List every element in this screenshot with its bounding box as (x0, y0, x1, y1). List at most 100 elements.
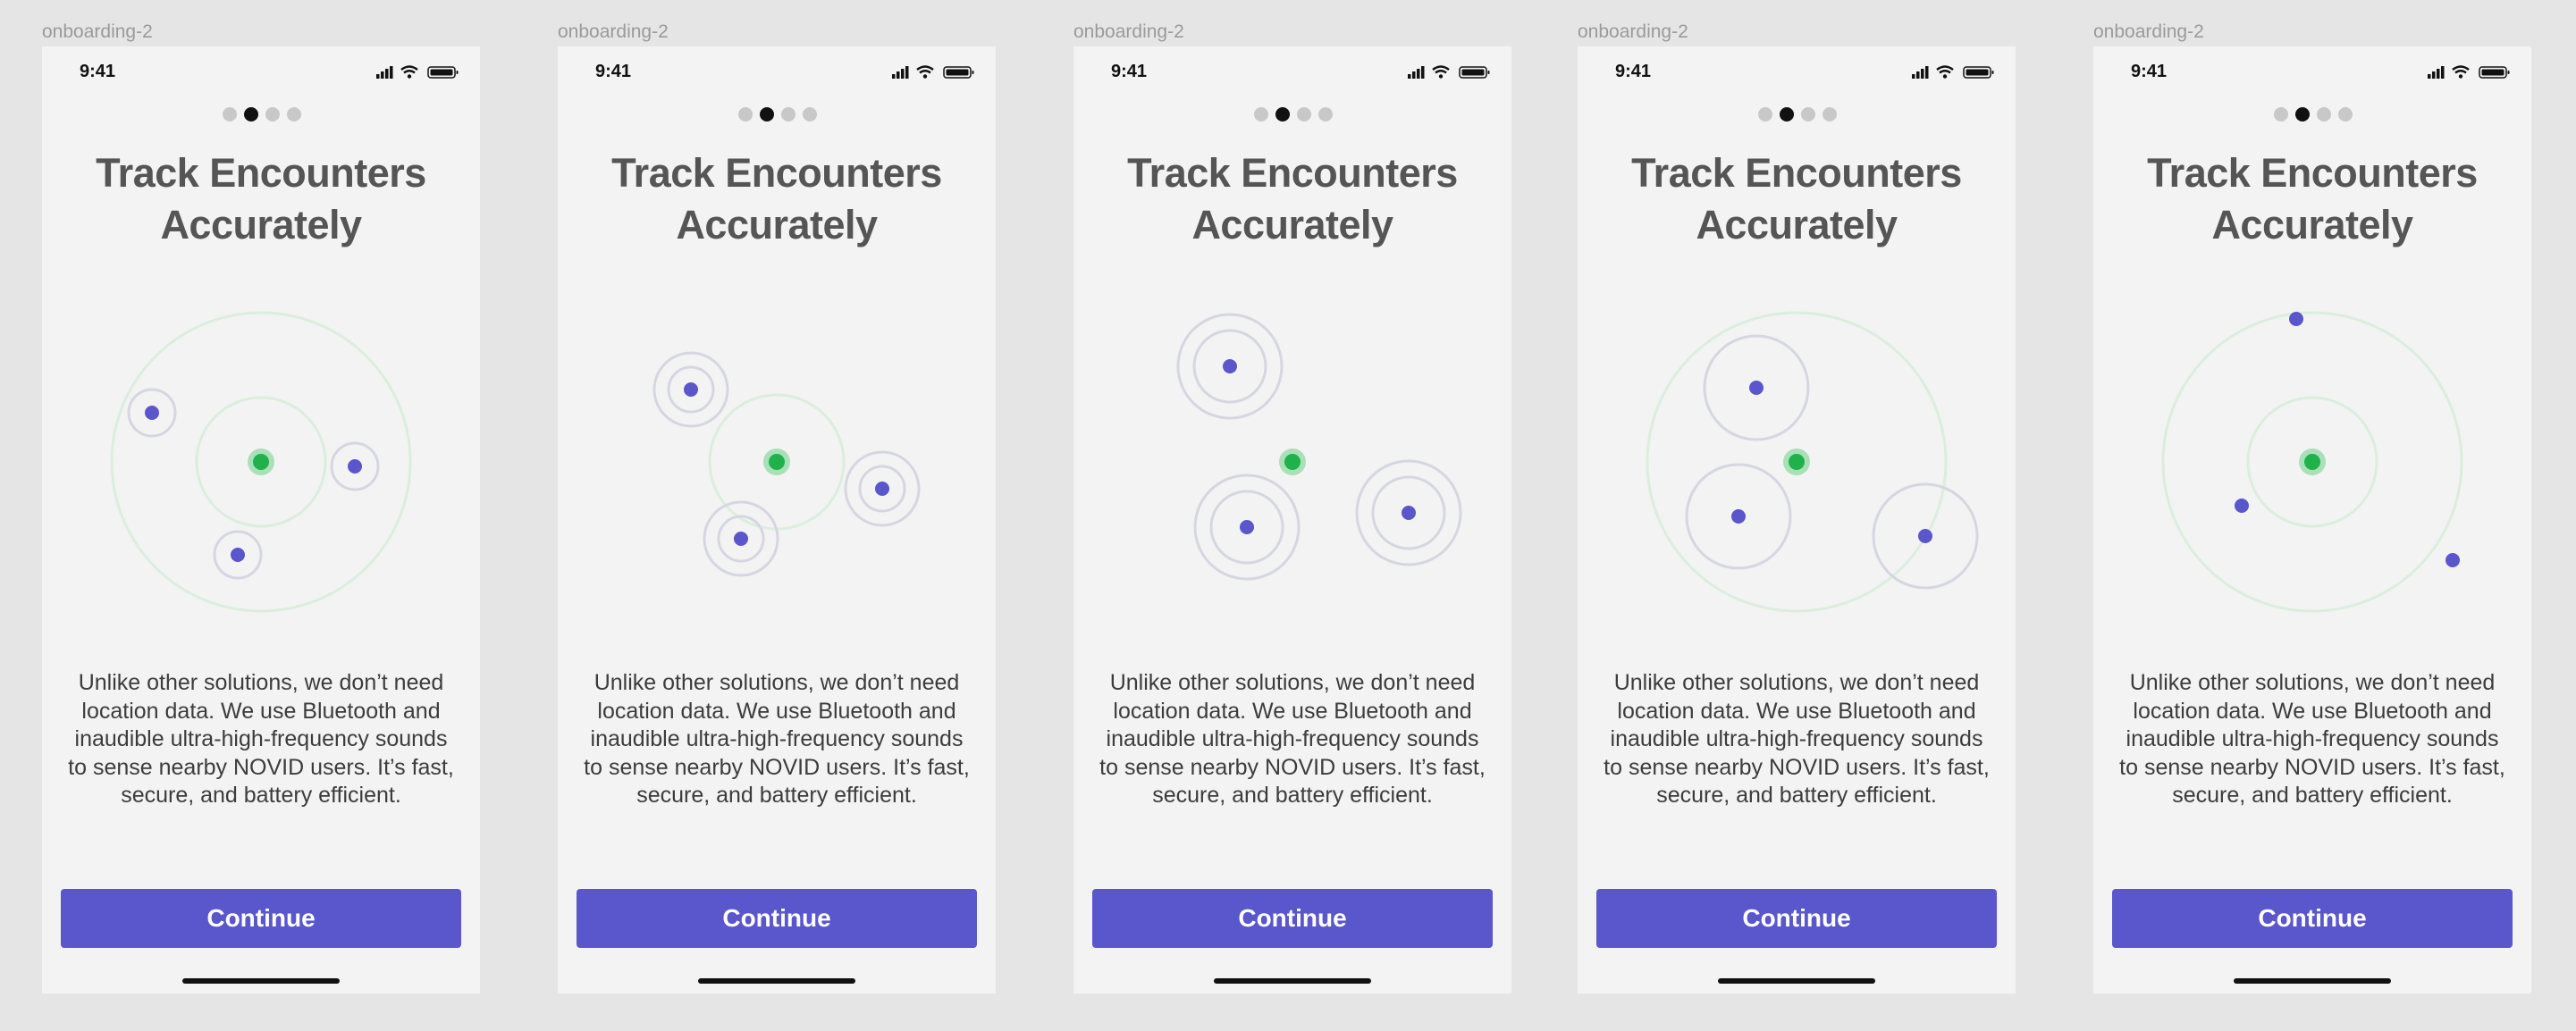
description-text: Unlike other solutions, we don’t need lo… (2119, 670, 2505, 808)
peer-dot (1402, 506, 1416, 520)
onboarding-screen: 9:41 Track Encounters Accurately Unlike … (558, 46, 996, 993)
frame-label: onboarding-2 (42, 21, 153, 42)
self-dot (253, 454, 269, 470)
page-dot[interactable] (2274, 107, 2288, 122)
signal-icon (1408, 66, 1425, 79)
battery-icon (1963, 66, 1994, 79)
title-line: Track Encounters (1631, 150, 1962, 196)
page-dot-active[interactable] (1275, 107, 1290, 122)
signal-icon (376, 66, 393, 79)
wifi-icon (2452, 65, 2470, 79)
frame-label: onboarding-2 (558, 21, 669, 42)
description-text: Unlike other solutions, we don’t need lo… (1604, 670, 1990, 808)
onboarding-screen: 9:41 Track Encounters Accurately Unlike … (1073, 46, 1511, 993)
peer-dot (684, 382, 698, 397)
title-line: Accurately (1696, 202, 1898, 247)
peer-dot (2446, 553, 2460, 567)
screen-title: Track Encounters Accurately (60, 147, 462, 251)
signal-icon (2428, 66, 2445, 79)
title-line: Accurately (1191, 202, 1393, 247)
self-dot (769, 454, 785, 470)
self-dot (1789, 454, 1805, 470)
title-line: Track Encounters (2147, 150, 2478, 196)
status-icons (376, 65, 459, 79)
title-line: Accurately (160, 202, 362, 247)
continue-button[interactable]: Continue (1596, 889, 1997, 948)
screen-title: Track Encounters Accurately (1595, 147, 1998, 251)
screen-title: Track Encounters Accurately (2111, 147, 2513, 251)
page-dot[interactable] (781, 107, 796, 122)
page-indicator (2093, 107, 2531, 122)
page-dot[interactable] (738, 107, 753, 122)
screen-title: Track Encounters Accurately (1091, 147, 1494, 251)
status-icons (1408, 65, 1490, 79)
battery-icon (943, 66, 974, 79)
title-line: Track Encounters (1127, 150, 1458, 196)
page-dot[interactable] (287, 107, 301, 122)
page-dot-active[interactable] (1780, 107, 1794, 122)
page-indicator (42, 107, 480, 122)
wifi-icon (1936, 65, 1954, 79)
home-indicator[interactable] (698, 978, 855, 984)
continue-button[interactable]: Continue (61, 889, 461, 948)
onboarding-screen: 9:41 Track Encounters Accurately Unlike … (2093, 46, 2531, 993)
status-time: 9:41 (595, 62, 632, 81)
page-dot-active[interactable] (2295, 107, 2310, 122)
title-line: Track Encounters (611, 150, 942, 196)
proximity-illustration (110, 311, 412, 613)
screen-title: Track Encounters Accurately (576, 147, 978, 251)
signal-icon (1912, 66, 1929, 79)
continue-button[interactable]: Continue (577, 889, 977, 948)
page-indicator (1578, 107, 2016, 122)
battery-icon (1459, 66, 1490, 79)
self-dot (2304, 454, 2320, 470)
proximity-illustration (652, 351, 921, 577)
page-dot[interactable] (1318, 107, 1333, 122)
page-indicator (558, 107, 996, 122)
page-dot[interactable] (223, 107, 237, 122)
wifi-icon (400, 65, 418, 79)
status-icons (1912, 65, 1994, 79)
page-dot-active[interactable] (244, 107, 258, 122)
title-line: Accurately (2211, 202, 2413, 247)
continue-button[interactable]: Continue (1092, 889, 1493, 948)
peer-dot (1731, 509, 1746, 524)
description-text: Unlike other solutions, we don’t need lo… (1099, 670, 1486, 808)
page-dot[interactable] (1823, 107, 1837, 122)
peer-dot (875, 482, 889, 496)
status-icons (892, 65, 974, 79)
status-time: 9:41 (2131, 62, 2168, 81)
onboarding-screen: 9:41 Track Encounters Accurately Unlike … (1578, 46, 2016, 993)
frame-label: onboarding-2 (1073, 21, 1184, 42)
proximity-illustration (1176, 313, 1462, 581)
peer-dot (1223, 359, 1237, 373)
page-dot[interactable] (1801, 107, 1815, 122)
continue-button[interactable]: Continue (2112, 889, 2513, 948)
peer-dot (2289, 312, 2303, 326)
proximity-illustration (1646, 311, 1979, 613)
battery-icon (427, 66, 459, 79)
home-indicator[interactable] (182, 978, 340, 984)
home-indicator[interactable] (2234, 978, 2391, 984)
page-dot[interactable] (265, 107, 280, 122)
peer-dot (231, 548, 245, 562)
battery-icon (2479, 66, 2510, 79)
home-indicator[interactable] (1718, 978, 1875, 984)
page-dot[interactable] (2317, 107, 2331, 122)
status-time: 9:41 (80, 62, 116, 81)
wifi-icon (916, 65, 934, 79)
page-dot[interactable] (803, 107, 817, 122)
status-time: 9:41 (1111, 62, 1148, 81)
page-dot[interactable] (2338, 107, 2353, 122)
frame-label: onboarding-2 (2093, 21, 2204, 42)
peer-dot (734, 532, 748, 546)
title-line: Accurately (676, 202, 878, 247)
page-dot[interactable] (1297, 107, 1311, 122)
peer-dot (2235, 499, 2249, 513)
page-dot[interactable] (1254, 107, 1268, 122)
onboarding-screen: 9:41 Track Encounters Accurately Unlike … (42, 46, 480, 993)
page-dot-active[interactable] (760, 107, 774, 122)
frame-label: onboarding-2 (1578, 21, 1688, 42)
page-dot[interactable] (1758, 107, 1772, 122)
home-indicator[interactable] (1214, 978, 1371, 984)
